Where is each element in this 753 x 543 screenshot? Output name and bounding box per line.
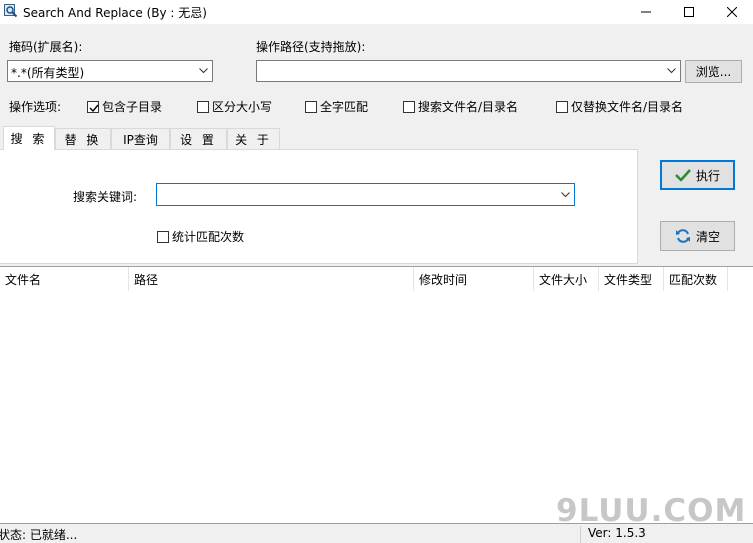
count-matches-option[interactable]: 统计匹配次数 — [157, 228, 244, 245]
version-text: Ver: 1.5.3 — [588, 526, 646, 540]
keyword-combo[interactable] — [156, 183, 575, 206]
status-text: 状态: 已就绪... — [0, 528, 78, 542]
column-header-modified[interactable]: 修改时间 — [414, 267, 534, 291]
tab-label: 替 换 — [64, 132, 102, 147]
checkmark-icon — [89, 104, 99, 112]
clear-label: 清空 — [695, 229, 720, 244]
tab-label: 关 于 — [235, 132, 272, 147]
tab-replace[interactable]: 替 换 — [55, 128, 111, 149]
option-case-sensitive[interactable]: 区分大小写 — [197, 98, 272, 115]
count-matches-label: 统计匹配次数 — [172, 230, 245, 244]
tab-search[interactable]: 搜 索 — [3, 126, 55, 150]
tab-ip-lookup[interactable]: IP查询 — [111, 128, 170, 149]
option-include-subdirs[interactable]: 包含子目录 — [87, 98, 162, 115]
search-replace-app-icon — [4, 4, 18, 18]
column-header-type[interactable]: 文件类型 — [599, 267, 664, 291]
browse-label: 浏览... — [695, 65, 732, 79]
checkbox[interactable] — [197, 100, 209, 113]
search-tab-panel — [0, 149, 638, 264]
minimize-icon — [641, 11, 651, 13]
column-header-filename[interactable]: 文件名 — [0, 267, 129, 291]
checkbox-checked[interactable] — [87, 100, 99, 113]
mask-label: 掩码(扩展名): — [9, 40, 83, 54]
tab-label: 搜 索 — [10, 132, 48, 146]
results-list[interactable]: 文件名 路径 修改时间 文件大小 文件类型 匹配次数 — [0, 266, 753, 524]
chevron-down-icon — [199, 68, 208, 74]
execute-button[interactable]: 执行 — [660, 160, 735, 190]
option-search-filenames[interactable]: 搜索文件名/目录名 — [403, 98, 518, 115]
checkbox[interactable] — [556, 100, 568, 113]
column-header-match-count[interactable]: 匹配次数 — [664, 267, 728, 291]
path-combo[interactable] — [256, 60, 681, 82]
execute-label: 执行 — [695, 168, 720, 183]
status-divider — [580, 526, 581, 543]
column-header-path[interactable]: 路径 — [129, 267, 414, 291]
chevron-down-icon — [561, 192, 570, 198]
checkbox[interactable] — [305, 100, 317, 113]
browse-button[interactable]: 浏览... — [685, 60, 742, 83]
watermark: 9LUU.COM — [556, 493, 747, 529]
tab-label: IP查询 — [123, 132, 158, 147]
tab-label: 设 置 — [180, 132, 217, 147]
maximize-button[interactable] — [669, 0, 709, 24]
checkbox[interactable] — [157, 230, 169, 243]
close-icon — [727, 7, 737, 17]
clear-button[interactable]: 清空 — [660, 221, 735, 251]
option-label: 区分大小写 — [212, 100, 273, 114]
chevron-down-icon — [667, 68, 676, 74]
minimize-button[interactable] — [626, 0, 666, 24]
keyword-label: 搜索关键词: — [73, 190, 138, 204]
option-label: 搜索文件名/目录名 — [418, 100, 519, 114]
option-label: 仅替换文件名/目录名 — [571, 100, 684, 114]
option-label: 包含子目录 — [102, 100, 163, 114]
option-whole-word[interactable]: 全字匹配 — [305, 98, 368, 115]
column-header-size[interactable]: 文件大小 — [534, 267, 599, 291]
maximize-icon — [684, 7, 694, 17]
option-replace-filenames-only[interactable]: 仅替换文件名/目录名 — [556, 98, 683, 115]
options-label: 操作选项: — [9, 100, 62, 114]
checkbox[interactable] — [403, 100, 415, 113]
close-button[interactable] — [712, 0, 752, 24]
window-title: Search And Replace (By : 无忌) — [23, 6, 207, 20]
option-label: 全字匹配 — [320, 100, 369, 114]
mask-value: *.*(所有类型) — [11, 66, 85, 80]
tab-about[interactable]: 关 于 — [227, 128, 280, 149]
mask-combo[interactable]: *.*(所有类型) — [7, 60, 213, 82]
tab-settings[interactable]: 设 置 — [170, 128, 227, 149]
checkmark-icon — [675, 169, 691, 182]
path-label: 操作路径(支持拖放): — [256, 40, 366, 54]
refresh-icon — [675, 229, 690, 243]
